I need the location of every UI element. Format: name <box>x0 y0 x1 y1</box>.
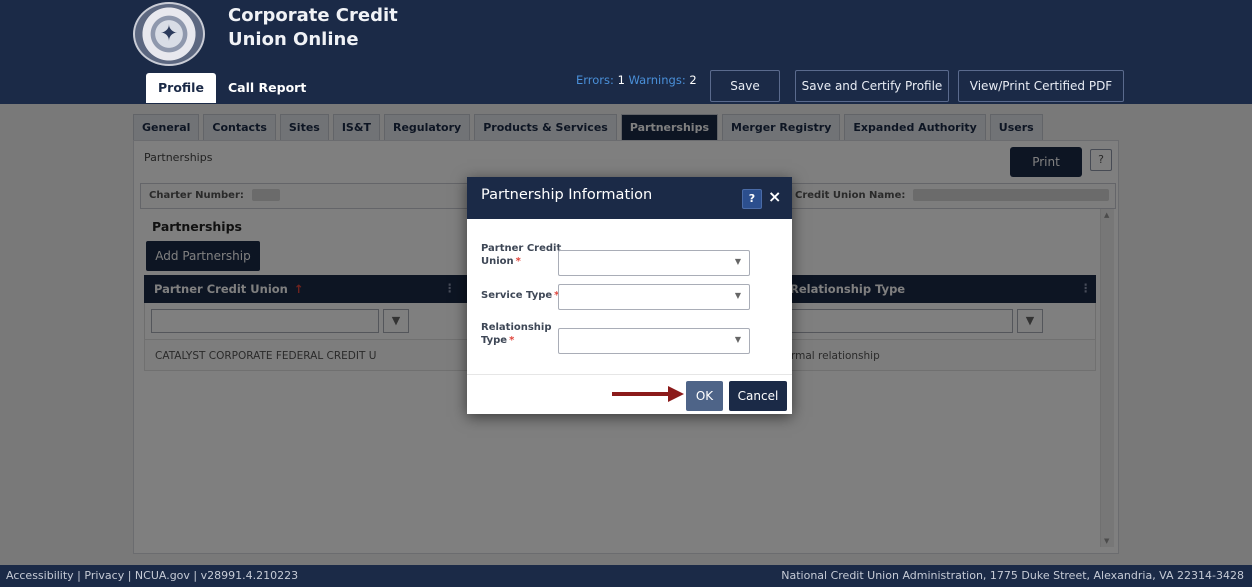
label-line: Service Type <box>481 290 553 301</box>
annotation-arrow-icon <box>612 386 684 402</box>
cancel-button[interactable]: Cancel <box>729 381 787 411</box>
errors-count: 1 <box>617 73 625 87</box>
label-line: Relationship <box>481 322 552 333</box>
dialog-divider <box>467 374 792 375</box>
footer-links[interactable]: Accessibility | Privacy | NCUA.gov | v28… <box>6 565 298 587</box>
app-header: ✦ Corporate Credit Union Online Profile … <box>0 0 1252 104</box>
service-type-label: Service Type * <box>481 289 565 302</box>
chevron-down-icon: ▼ <box>734 257 741 266</box>
partner-cu-select[interactable]: ▼ <box>558 250 750 276</box>
required-marker: * <box>515 256 521 267</box>
label-line: Partner Credit <box>481 243 562 254</box>
relationship-type-label: Relationship Type * <box>481 321 565 347</box>
eagle-icon: ✦ <box>159 21 179 47</box>
service-type-select[interactable]: ▼ <box>558 284 750 310</box>
tab-call-report[interactable]: Call Report <box>216 73 318 103</box>
tab-profile[interactable]: Profile <box>146 73 216 103</box>
errors-label: Errors: <box>576 73 614 87</box>
save-certify-button[interactable]: Save and Certify Profile <box>795 70 949 102</box>
partnership-dialog: Partnership Information ? × Partner Cred… <box>467 177 792 414</box>
save-button[interactable]: Save <box>710 70 780 102</box>
label-line: Union <box>481 256 514 267</box>
dialog-header: Partnership Information ? × <box>467 177 792 219</box>
app-title: Corporate Credit Union Online <box>228 5 398 50</box>
ncua-seal-logo: ✦ <box>133 2 205 66</box>
validation-status[interactable]: Errors: 1 Warnings: 2 <box>576 73 697 87</box>
warnings-label: Warnings: <box>628 73 686 87</box>
relationship-type-select[interactable]: ▼ <box>558 328 750 354</box>
required-marker: * <box>509 335 515 346</box>
ok-button[interactable]: OK <box>686 381 723 411</box>
warnings-count: 2 <box>689 73 697 87</box>
chevron-down-icon: ▼ <box>734 291 741 300</box>
dialog-title: Partnership Information <box>481 187 653 203</box>
label-line: Type <box>481 335 508 346</box>
view-print-pdf-button[interactable]: View/Print Certified PDF <box>958 70 1124 102</box>
footer: Accessibility | Privacy | NCUA.gov | v28… <box>0 565 1252 587</box>
close-icon[interactable]: × <box>768 187 781 206</box>
chevron-down-icon: ▼ <box>734 335 741 344</box>
partner-cu-label: Partner Credit Union * <box>481 242 565 268</box>
dialog-help-icon[interactable]: ? <box>742 189 762 209</box>
footer-address: National Credit Union Administration, 17… <box>781 569 1244 582</box>
